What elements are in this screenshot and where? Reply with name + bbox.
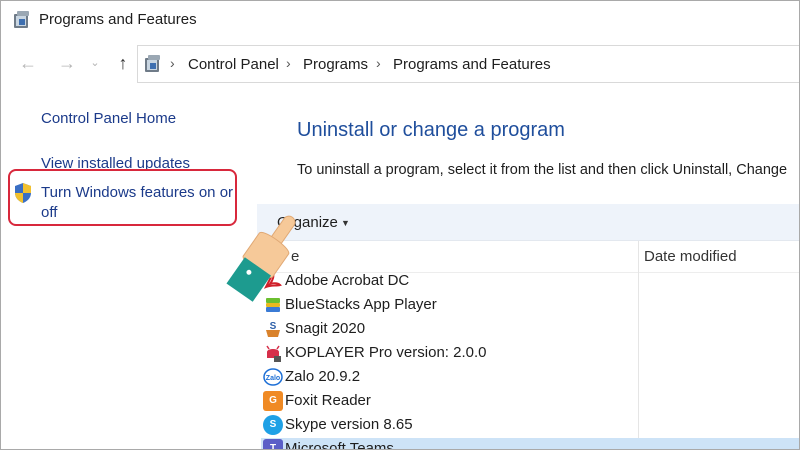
list-item[interactable]: KOPLAYER Pro version: 2.0.0 [261, 342, 799, 366]
title-bar: Programs and Features [1, 1, 799, 39]
control-panel-icon [14, 11, 29, 28]
list-item[interactable]: BlueStacks App Player [261, 294, 799, 318]
zalo-icon: Zalo [263, 367, 283, 387]
program-name: Foxit Reader [285, 392, 371, 409]
breadcrumb-separator-icon[interactable]: › [376, 55, 381, 71]
program-name: Snagit 2020 [285, 320, 366, 337]
list-item[interactable]: Adobe Acrobat DC [261, 270, 799, 294]
program-name: Zalo 20.9.2 [285, 368, 361, 385]
teams-icon: T [263, 439, 283, 449]
breadcrumb-programs-and-features[interactable]: Programs and Features [393, 56, 551, 73]
navigation-bar: ← → ⌄ ↑ › Control Panel › Programs › Pro… [1, 43, 799, 83]
instructions-text: To uninstall a program, select it from t… [297, 162, 788, 178]
snagit-icon: S [263, 319, 283, 339]
list-item[interactable]: Zalo Zalo 20.9.2 [261, 366, 799, 390]
breadcrumb-programs[interactable]: Programs [303, 56, 368, 73]
list-toolbar: Organize ▼ [257, 204, 799, 241]
breadcrumb-separator-icon[interactable]: › [286, 55, 291, 71]
control-panel-home-link[interactable]: Control Panel Home [41, 109, 176, 129]
chevron-down-icon[interactable]: ⌄ [87, 51, 103, 75]
column-header-row: e Date modified [257, 241, 799, 449]
koplayer-icon [263, 343, 283, 363]
list-item[interactable]: S Snagit 2020 [261, 318, 799, 342]
arrow-up-icon[interactable]: ↑ [111, 51, 135, 75]
arrow-left-icon[interactable]: ← [16, 51, 40, 75]
arrow-right-icon[interactable]: → [55, 51, 79, 75]
list-item[interactable]: S Skype version 8.65 [261, 414, 799, 438]
pointing-hand-icon [226, 215, 296, 302]
svg-text:Zalo: Zalo [266, 375, 280, 382]
svg-text:S: S [270, 321, 277, 332]
breadcrumb-separator-icon[interactable]: › [170, 55, 175, 71]
skype-icon: S [263, 415, 283, 435]
window-title: Programs and Features [39, 11, 197, 28]
program-name: Skype version 8.65 [285, 416, 413, 433]
page-title: Uninstall or change a program [297, 119, 565, 141]
program-name: Microsoft Teams [285, 440, 394, 450]
breadcrumb-control-panel[interactable]: Control Panel [188, 56, 279, 73]
caret-down-icon[interactable]: ▼ [341, 218, 350, 228]
programs-and-features-window: Programs and Features ← → ⌄ ↑ › Control … [0, 0, 800, 450]
list-item[interactable]: G Foxit Reader [261, 390, 799, 414]
program-name: KOPLAYER Pro version: 2.0.0 [285, 344, 487, 361]
list-item[interactable]: T Microsoft Teams [261, 438, 799, 450]
control-panel-icon [145, 55, 160, 72]
address-bar[interactable]: › Control Panel › Programs › Programs an… [137, 45, 799, 83]
column-header-date-modified[interactable]: Date modified [644, 248, 737, 265]
highlight-box [8, 169, 237, 226]
foxit-icon: G [263, 391, 283, 411]
